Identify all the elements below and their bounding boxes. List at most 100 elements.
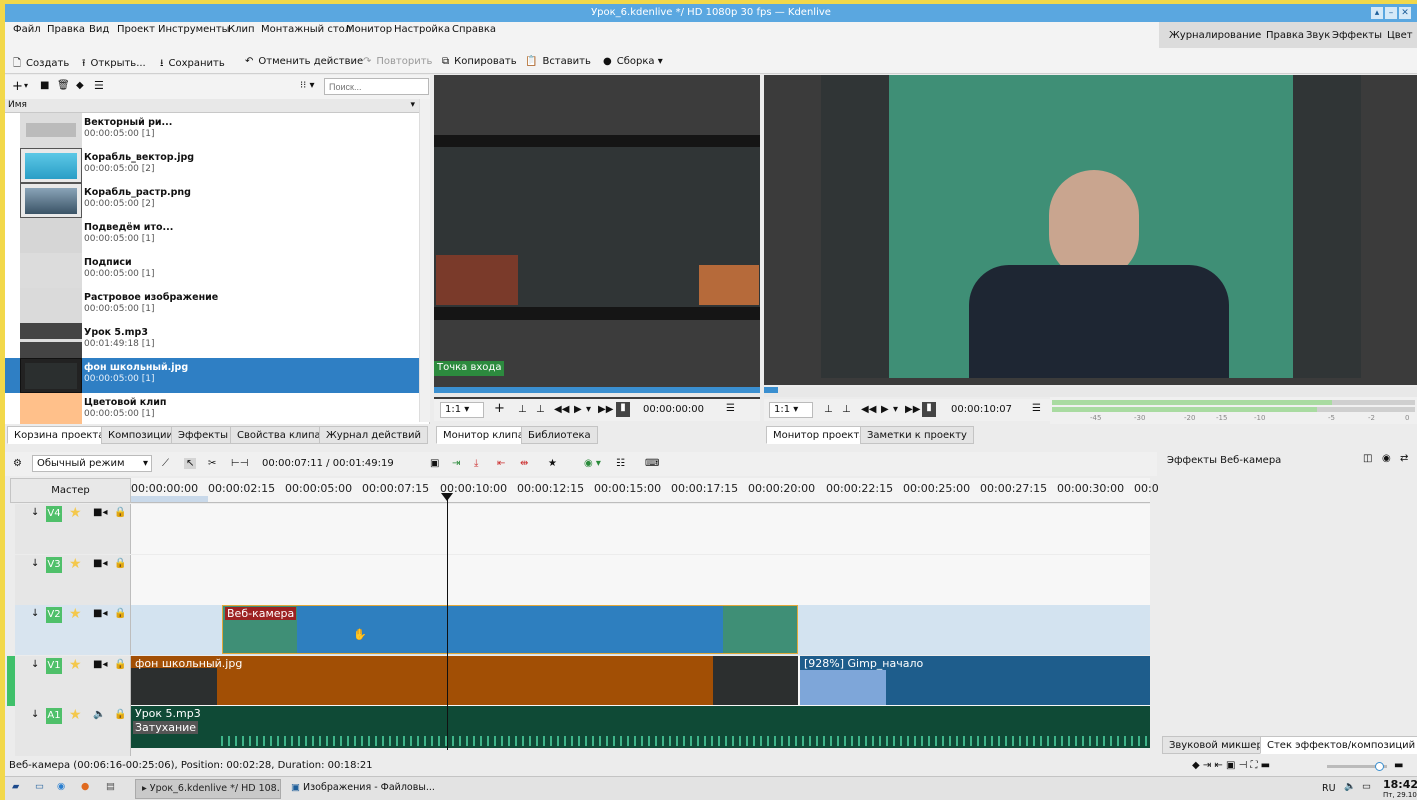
workspace-logging[interactable]: Журналирование bbox=[1169, 30, 1261, 41]
project-monitor[interactable] bbox=[764, 75, 1417, 385]
keyboard-layout[interactable]: RU bbox=[1322, 783, 1336, 794]
overwrite-icon[interactable]: ⤓ bbox=[474, 458, 478, 469]
delete-icon[interactable]: 🗑 bbox=[57, 80, 70, 91]
favorite-star-icon[interactable]: ★ bbox=[69, 505, 82, 521]
menu-icon[interactable]: ☰ bbox=[1032, 403, 1041, 414]
copy-button[interactable]: ⧉ Копировать bbox=[442, 56, 517, 67]
track-a1[interactable]: Урок 5.mp3 Затухание bbox=[131, 706, 1150, 748]
play-options-icon[interactable]: ▾ bbox=[586, 404, 591, 415]
keyboard-icon[interactable]: ⌨ bbox=[645, 458, 659, 469]
rewind-icon[interactable]: ◀◀ bbox=[861, 404, 876, 415]
firefox-icon[interactable]: ● bbox=[81, 781, 89, 792]
lift-icon[interactable]: ⇤ bbox=[497, 458, 505, 469]
undo-button[interactable]: ↶ Отменить действие bbox=[245, 56, 363, 67]
tab-clip-properties[interactable]: Свойства клипа bbox=[230, 426, 328, 444]
extract-icon[interactable]: ⇹ bbox=[520, 458, 528, 469]
tab-project-notes[interactable]: Заметки к проекту bbox=[860, 426, 974, 444]
workspace-color[interactable]: Цвет bbox=[1387, 30, 1413, 41]
clip-monitor[interactable]: Точка входа bbox=[434, 75, 760, 400]
bin-item[interactable]: Цветовой клип 00:00:05:00 [1] bbox=[5, 393, 419, 428]
zoom-in-icon[interactable]: ▬ bbox=[1394, 757, 1403, 775]
select-tool-icon[interactable]: ↖ bbox=[184, 458, 197, 469]
clip-timecode[interactable]: 00:00:00:00 bbox=[643, 404, 704, 415]
tab-effects[interactable]: Эффекты bbox=[171, 426, 235, 444]
set-out-icon[interactable]: ⊥ bbox=[536, 404, 545, 415]
minimize-icon[interactable]: ▴ bbox=[1371, 7, 1383, 19]
menu-help[interactable]: Справка bbox=[452, 24, 496, 35]
bin-item[interactable]: Подведём ито... 00:00:05:00 [1] bbox=[5, 218, 419, 253]
bin-item-selected[interactable]: фон школьный.jpg 00:00:05:00 [1] bbox=[5, 358, 419, 393]
play-icon[interactable]: ▶ bbox=[574, 404, 582, 415]
lock-icon[interactable]: 🔒 bbox=[114, 659, 126, 670]
add-folder-icon[interactable]: ■ bbox=[40, 80, 49, 91]
bin-scrollbar[interactable] bbox=[419, 99, 430, 422]
project-monitor-ruler[interactable] bbox=[764, 387, 1417, 397]
display-icon[interactable]: ▭ bbox=[1362, 781, 1371, 792]
track-v3[interactable] bbox=[131, 555, 1150, 605]
tab-effect-stack[interactable]: Стек эффектов/композиций bbox=[1260, 736, 1417, 754]
zoom-slider-handle[interactable] bbox=[1375, 762, 1384, 771]
workspace-effects[interactable]: Эффекты bbox=[1332, 30, 1382, 41]
speaker-icon[interactable]: 🔈 bbox=[93, 709, 105, 720]
tab-project-monitor[interactable]: Монитор проекта bbox=[766, 426, 873, 444]
menu-file[interactable]: Файл bbox=[13, 24, 41, 35]
open-button[interactable]: ⭱ Открыть... bbox=[82, 56, 146, 73]
tab-library[interactable]: Библиотека bbox=[521, 426, 598, 444]
favorite-star-icon[interactable]: ★ bbox=[69, 657, 82, 673]
volume-icon[interactable]: 🔈 bbox=[1344, 781, 1356, 792]
menu-settings[interactable]: Настройка bbox=[394, 24, 450, 35]
menu-timeline[interactable]: Монтажный стол bbox=[261, 24, 351, 35]
save-button[interactable]: ⭳ Сохранить bbox=[160, 56, 225, 73]
menu-edit[interactable]: Правка bbox=[47, 24, 85, 35]
set-out-icon[interactable]: ⊥ bbox=[842, 404, 851, 415]
webcam-clip[interactable]: Веб-камера ✋ bbox=[222, 605, 798, 654]
desktop-icon[interactable]: ▭ bbox=[35, 781, 44, 792]
set-in-icon[interactable]: ⊥ bbox=[518, 404, 527, 415]
razor-tool-icon[interactable]: ✂ bbox=[208, 458, 216, 469]
favorite-star-icon[interactable]: ★ bbox=[69, 707, 82, 723]
bin-search-input[interactable] bbox=[324, 78, 429, 95]
timeline-ruler[interactable]: 00:00:00:00 00:00:02:15 00:00:05:00 00:0… bbox=[131, 478, 1159, 503]
lock-icon[interactable]: 🔒 bbox=[114, 558, 126, 569]
project-timecode[interactable]: 00:00:10:07 bbox=[951, 404, 1012, 415]
tag-icon[interactable]: ◆ bbox=[76, 80, 84, 91]
camera-icon[interactable]: ■◂ bbox=[93, 659, 107, 670]
menu-project[interactable]: Проект bbox=[117, 24, 155, 35]
track-name-badge[interactable]: V3 bbox=[46, 557, 62, 573]
task-file-manager[interactable]: ▣ Изображения - Файловы... bbox=[285, 779, 435, 799]
tab-clip-monitor[interactable]: Монитор клипа bbox=[436, 426, 531, 444]
mixer-icon[interactable]: ☷ bbox=[616, 458, 625, 469]
menu-icon[interactable]: ☰ bbox=[726, 403, 735, 414]
playhead-marker-icon[interactable] bbox=[441, 493, 453, 501]
track-v1[interactable]: фон школьный.jpg [928%] Gimp_начало bbox=[131, 656, 1150, 706]
collapse-arrow-icon[interactable]: ↓ bbox=[31, 709, 39, 720]
chrome-icon[interactable]: ◉ bbox=[57, 781, 65, 792]
camera-icon[interactable]: ■◂ bbox=[93, 507, 107, 518]
bin-column-header[interactable]: Имя ▾ bbox=[5, 99, 419, 113]
track-name-badge[interactable]: V1 bbox=[46, 658, 62, 674]
rewind-icon[interactable]: ◀◀ bbox=[554, 404, 569, 415]
create-button[interactable]: 🗋 Создать bbox=[13, 56, 69, 73]
lock-icon[interactable]: 🔒 bbox=[114, 608, 126, 619]
track-v4[interactable] bbox=[131, 504, 1150, 554]
bin-item[interactable]: Подписи 00:00:05:00 [1] bbox=[5, 253, 419, 288]
forward-icon[interactable]: ▶▶ bbox=[905, 404, 920, 415]
audio-clip[interactable]: Урок 5.mp3 Затухание bbox=[131, 706, 1150, 748]
add-clip-icon[interactable]: + bbox=[12, 79, 23, 94]
shade-icon[interactable]: – bbox=[1385, 7, 1397, 19]
paste-button[interactable]: 📋 Вставить bbox=[525, 56, 591, 67]
eye-icon[interactable]: ◉ bbox=[1382, 453, 1391, 464]
close-icon[interactable]: ✕ bbox=[1399, 7, 1411, 19]
timeline-position[interactable]: 00:00:07:11 / 00:01:49:19 bbox=[262, 458, 394, 469]
edit-mode-select[interactable]: Обычный режим ▾ bbox=[32, 455, 152, 472]
collapse-arrow-icon[interactable]: ↓ bbox=[31, 659, 39, 670]
lock-icon[interactable]: 🔒 bbox=[114, 709, 126, 720]
view-mode-icon[interactable]: ⁝⁝ ▾ bbox=[300, 80, 315, 91]
playhead[interactable] bbox=[447, 494, 448, 750]
zone-icon[interactable]: ▣ bbox=[430, 458, 439, 469]
render-button[interactable]: ● Сборка ▾ bbox=[603, 56, 663, 67]
track-name-badge[interactable]: V2 bbox=[46, 607, 62, 623]
clock-time[interactable]: 18:42 bbox=[1383, 778, 1417, 791]
start-menu-icon[interactable]: ▰ bbox=[12, 781, 19, 792]
collapse-arrow-icon[interactable]: ↓ bbox=[31, 507, 39, 518]
